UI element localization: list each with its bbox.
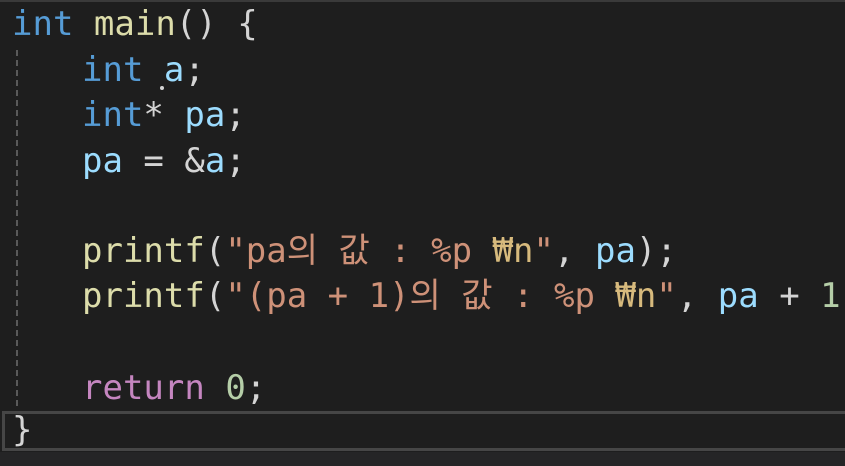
escape-sequence: ₩n [492,231,534,271]
semicolon: ; [225,95,246,135]
code-line-3[interactable]: int* pa; [12,93,246,138]
semicolon: ; [225,141,246,181]
open-paren: ( [204,276,226,316]
function-printf: printf [82,276,205,316]
escape-sequence: ₩n [615,276,657,316]
code-line-9[interactable]: return 0; [12,366,266,411]
variable-a: a [163,50,185,90]
string-close-quote: " [533,231,555,271]
variable-a: a [204,141,226,181]
comma: , [676,276,718,316]
code-line-4[interactable]: pa = &a; [12,139,246,184]
function-printf: printf [82,231,205,271]
close-paren: ); [635,231,677,271]
variable-pa: pa [184,95,226,135]
open-brace: { [216,4,258,44]
plus-op: + [758,276,821,316]
code-line-6[interactable]: printf("pa의 값 : %p ₩n", pa); [12,229,677,274]
open-paren: ( [204,231,226,271]
assign-op: = & [122,141,205,181]
current-line-highlight [2,411,845,451]
close-brace: } [12,410,33,450]
pointer-star: * [143,95,164,135]
semicolon: ; [184,50,205,90]
variable-pa: pa [82,141,123,181]
number-literal: 1 [820,276,841,316]
code-line-10[interactable]: } [12,408,32,453]
close-paren: ); [841,276,845,316]
keyword-int: int [82,95,144,135]
keyword-int: int [82,50,144,90]
editor-bottom-strip [0,452,845,466]
code-line-7[interactable]: printf("(pa + 1)의 값 : %p ₩n", pa + 1); [12,274,845,319]
keyword-return: return [82,368,205,408]
keyword-int: int [12,4,74,44]
semicolon: ; [245,368,267,408]
comma: , [554,231,595,271]
code-editor[interactable]: int main() { int a; int* pa; pa = &a; pr… [0,0,845,466]
number-literal: 0 [225,368,246,408]
text-cursor-marker [160,86,164,90]
code-line-1[interactable]: int main() { [12,2,258,47]
string-close-quote: " [656,276,677,316]
string-literal: "(pa + 1)의 값 : %p [225,276,616,316]
variable-pa: pa [717,276,759,316]
variable-pa: pa [594,231,636,271]
code-line-2[interactable]: int a; [12,48,205,93]
function-name: main [93,4,176,44]
paren: () [175,4,217,44]
string-literal: "pa의 값 : %p [225,231,493,271]
